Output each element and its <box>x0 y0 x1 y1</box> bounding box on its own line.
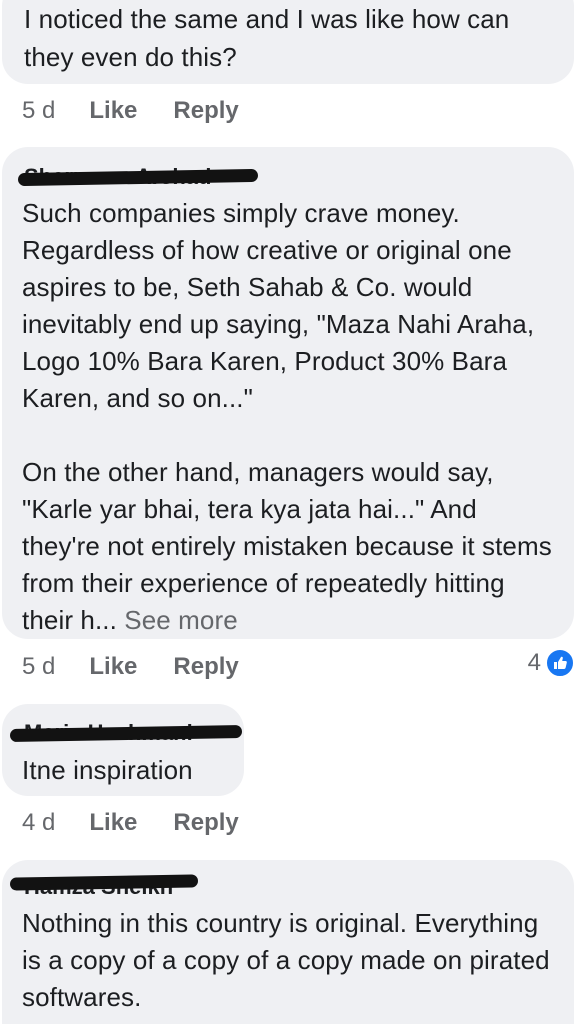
comment-timestamp: 5 d <box>22 653 56 680</box>
like-button[interactable]: Like <box>89 97 137 125</box>
like-button[interactable]: Like <box>89 809 137 837</box>
comment-text: Itne inspiration <box>22 755 193 785</box>
reaction-summary[interactable]: 4 <box>528 648 575 678</box>
comment-bubble: Sharmeen Arshad Such companies simply cr… <box>2 147 574 639</box>
comment-timestamp: 5 d <box>22 97 56 124</box>
comment-actions: 4 d Like Reply <box>22 808 239 838</box>
reaction-count: 4 <box>527 649 541 676</box>
like-button[interactable]: Like <box>89 653 137 681</box>
comment-text: I noticed the same and I was like how ca… <box>24 4 510 72</box>
comment-actions: 5 d Like Reply <box>22 96 239 126</box>
reply-button[interactable]: Reply <box>173 97 238 125</box>
comment-timestamp: 4 d <box>22 809 56 836</box>
comment-body: Such companies simply crave money. Regar… <box>22 198 552 635</box>
comment-actions: 5 d Like Reply <box>22 652 239 682</box>
like-thumb-icon <box>545 648 575 678</box>
comment-text: Nothing in this country is original. Eve… <box>22 908 550 1012</box>
comment-bubble: I noticed the same and I was like how ca… <box>2 0 574 84</box>
see-more-link[interactable]: See more <box>124 605 238 635</box>
comment-bubble: Maria Hashmani Itne inspiration <box>2 704 244 796</box>
reply-button[interactable]: Reply <box>173 809 238 837</box>
comment-text: Such companies simply crave money. Regar… <box>22 195 562 639</box>
reply-button[interactable]: Reply <box>173 653 238 681</box>
